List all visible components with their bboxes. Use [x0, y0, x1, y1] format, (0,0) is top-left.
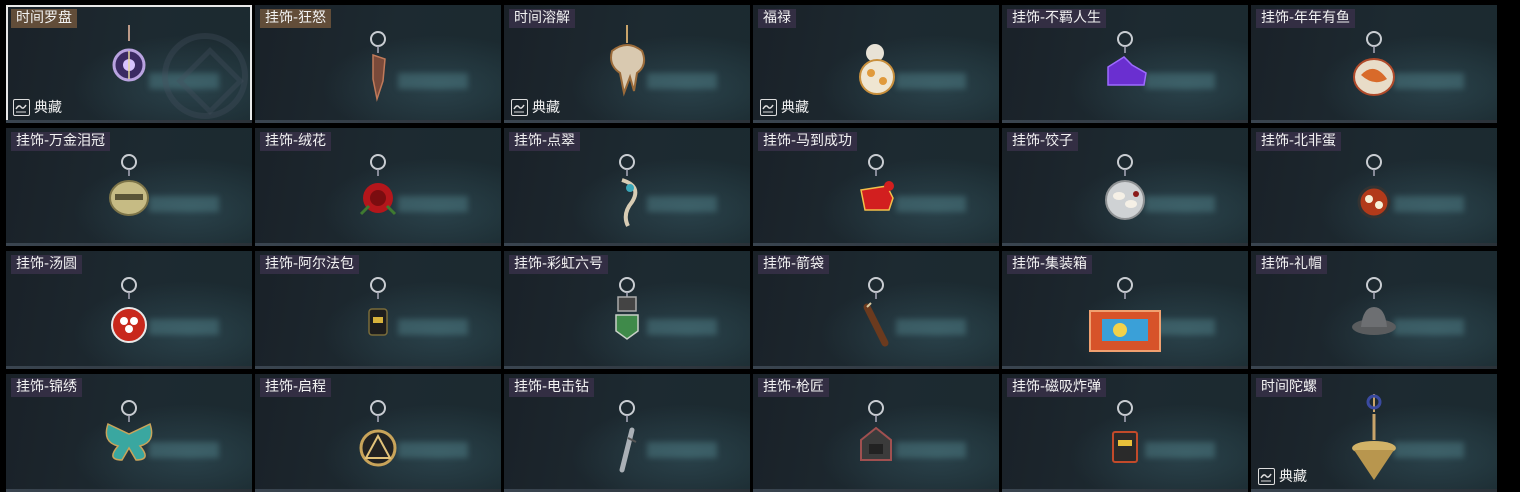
- collectible-badge: 典藏: [760, 97, 809, 117]
- melting-clock-charm-icon: [582, 21, 672, 117]
- fish-plate-charm-icon: [1329, 21, 1419, 117]
- charm-card[interactable]: 挂饰-启程: [255, 374, 501, 492]
- charm-card[interactable]: 挂饰-电击钻: [504, 374, 750, 492]
- charm-card[interactable]: 挂饰-北非蛋: [1251, 128, 1497, 246]
- drill-bit-charm-icon: [582, 390, 672, 486]
- charm-card[interactable]: 挂饰-磁吸炸弹: [1002, 374, 1248, 492]
- watermark-emblem: [162, 33, 248, 119]
- charm-card[interactable]: 挂饰-集装箱: [1002, 251, 1248, 369]
- sneaker-charm-icon: [1080, 21, 1170, 117]
- collectible-badge: 典藏: [13, 97, 62, 117]
- butterfly-charm-icon: [84, 390, 174, 486]
- charm-card[interactable]: 挂饰-彩虹六号: [504, 251, 750, 369]
- shipping-container-charm-icon: [1080, 267, 1170, 363]
- compass-charm-icon: [84, 21, 174, 117]
- charm-card[interactable]: 挂饰-锦绣: [6, 374, 252, 492]
- charm-name-label: 挂饰-启程: [260, 378, 332, 397]
- red-horse-charm-icon: [831, 144, 921, 240]
- gourd-charm-icon: [831, 21, 921, 117]
- alpha-bag-charm-icon: [333, 267, 423, 363]
- charm-card[interactable]: 时间罗盘典藏: [6, 5, 252, 123]
- charm-card[interactable]: 挂饰-马到成功: [753, 128, 999, 246]
- charm-card[interactable]: 挂饰-阿尔法包: [255, 251, 501, 369]
- charm-card[interactable]: 挂饰-汤圆: [6, 251, 252, 369]
- collection-icon: [13, 98, 30, 116]
- rage-charm-icon: [333, 21, 423, 117]
- charm-name-label: 挂饰-绒花: [260, 132, 332, 151]
- collection-icon: [760, 98, 777, 116]
- spinning-top-charm-icon: [1329, 390, 1419, 486]
- collectible-badge: 典藏: [1258, 466, 1307, 486]
- collectible-badge-text: 典藏: [34, 100, 62, 116]
- charm-name-label: 挂饰-礼帽: [1256, 255, 1328, 274]
- magnetic-bomb-charm-icon: [1080, 390, 1170, 486]
- charm-name-label: 挂饰-点翠: [509, 132, 581, 151]
- charm-name-label: 挂饰-箭袋: [758, 255, 830, 274]
- charm-card[interactable]: 挂饰-饺子: [1002, 128, 1248, 246]
- charm-card[interactable]: 挂饰-箭袋: [753, 251, 999, 369]
- collectible-badge-text: 典藏: [532, 100, 560, 116]
- rose-charm-icon: [333, 144, 423, 240]
- crown-charm-icon: [84, 144, 174, 240]
- charm-card[interactable]: 挂饰-狂怒: [255, 5, 501, 123]
- charm-name-label: 挂饰-饺子: [1007, 132, 1079, 151]
- charm-name-label: 时间罗盘: [11, 9, 77, 28]
- charm-card[interactable]: 时间陀螺典藏: [1251, 374, 1497, 492]
- charm-card[interactable]: 挂饰-年年有鱼: [1251, 5, 1497, 123]
- collection-icon: [1258, 467, 1275, 485]
- charm-card[interactable]: 挂饰-礼帽: [1251, 251, 1497, 369]
- dumpling-plate-charm-icon: [1080, 144, 1170, 240]
- shakshuka-pan-charm-icon: [1329, 144, 1419, 240]
- charm-card[interactable]: 挂饰-点翠: [504, 128, 750, 246]
- quiver-charm-icon: [831, 267, 921, 363]
- collectible-badge-text: 典藏: [1279, 469, 1307, 485]
- charm-name-label: 挂饰-枪匠: [758, 378, 830, 397]
- fedora-charm-icon: [1329, 267, 1419, 363]
- charm-card[interactable]: 挂饰-万金泪冠: [6, 128, 252, 246]
- charm-name-label: 时间陀螺: [1256, 378, 1322, 397]
- collectible-badge: 典藏: [511, 97, 560, 117]
- gunsmith-box-charm-icon: [831, 390, 921, 486]
- rainbow-six-charm-icon: [582, 267, 672, 363]
- collection-icon: [511, 98, 528, 116]
- charm-card[interactable]: 福禄典藏: [753, 5, 999, 123]
- collectible-badge-text: 典藏: [781, 100, 809, 116]
- charm-card[interactable]: 挂饰-绒花: [255, 128, 501, 246]
- charm-name-label: 福禄: [758, 9, 796, 28]
- charm-card[interactable]: 挂饰-不羁人生: [1002, 5, 1248, 123]
- phoenix-charm-icon: [582, 144, 672, 240]
- charm-card[interactable]: 时间溶解典藏: [504, 5, 750, 123]
- charm-card[interactable]: 挂饰-枪匠: [753, 374, 999, 492]
- charm-name-label: 挂饰-汤圆: [11, 255, 83, 274]
- charm-name-label: 挂饰-狂怒: [260, 9, 332, 28]
- triangle-medal-charm-icon: [333, 390, 423, 486]
- charm-name-label: 挂饰-锦绣: [11, 378, 83, 397]
- charm-name-label: 时间溶解: [509, 9, 575, 28]
- tangyuan-bowl-charm-icon: [84, 267, 174, 363]
- charm-grid: 时间罗盘 典藏 挂饰-狂怒 时间溶解 典藏 福禄 典藏 挂饰-不羁人生 挂饰-年年有鱼 挂饰-万金…: [6, 5, 1500, 492]
